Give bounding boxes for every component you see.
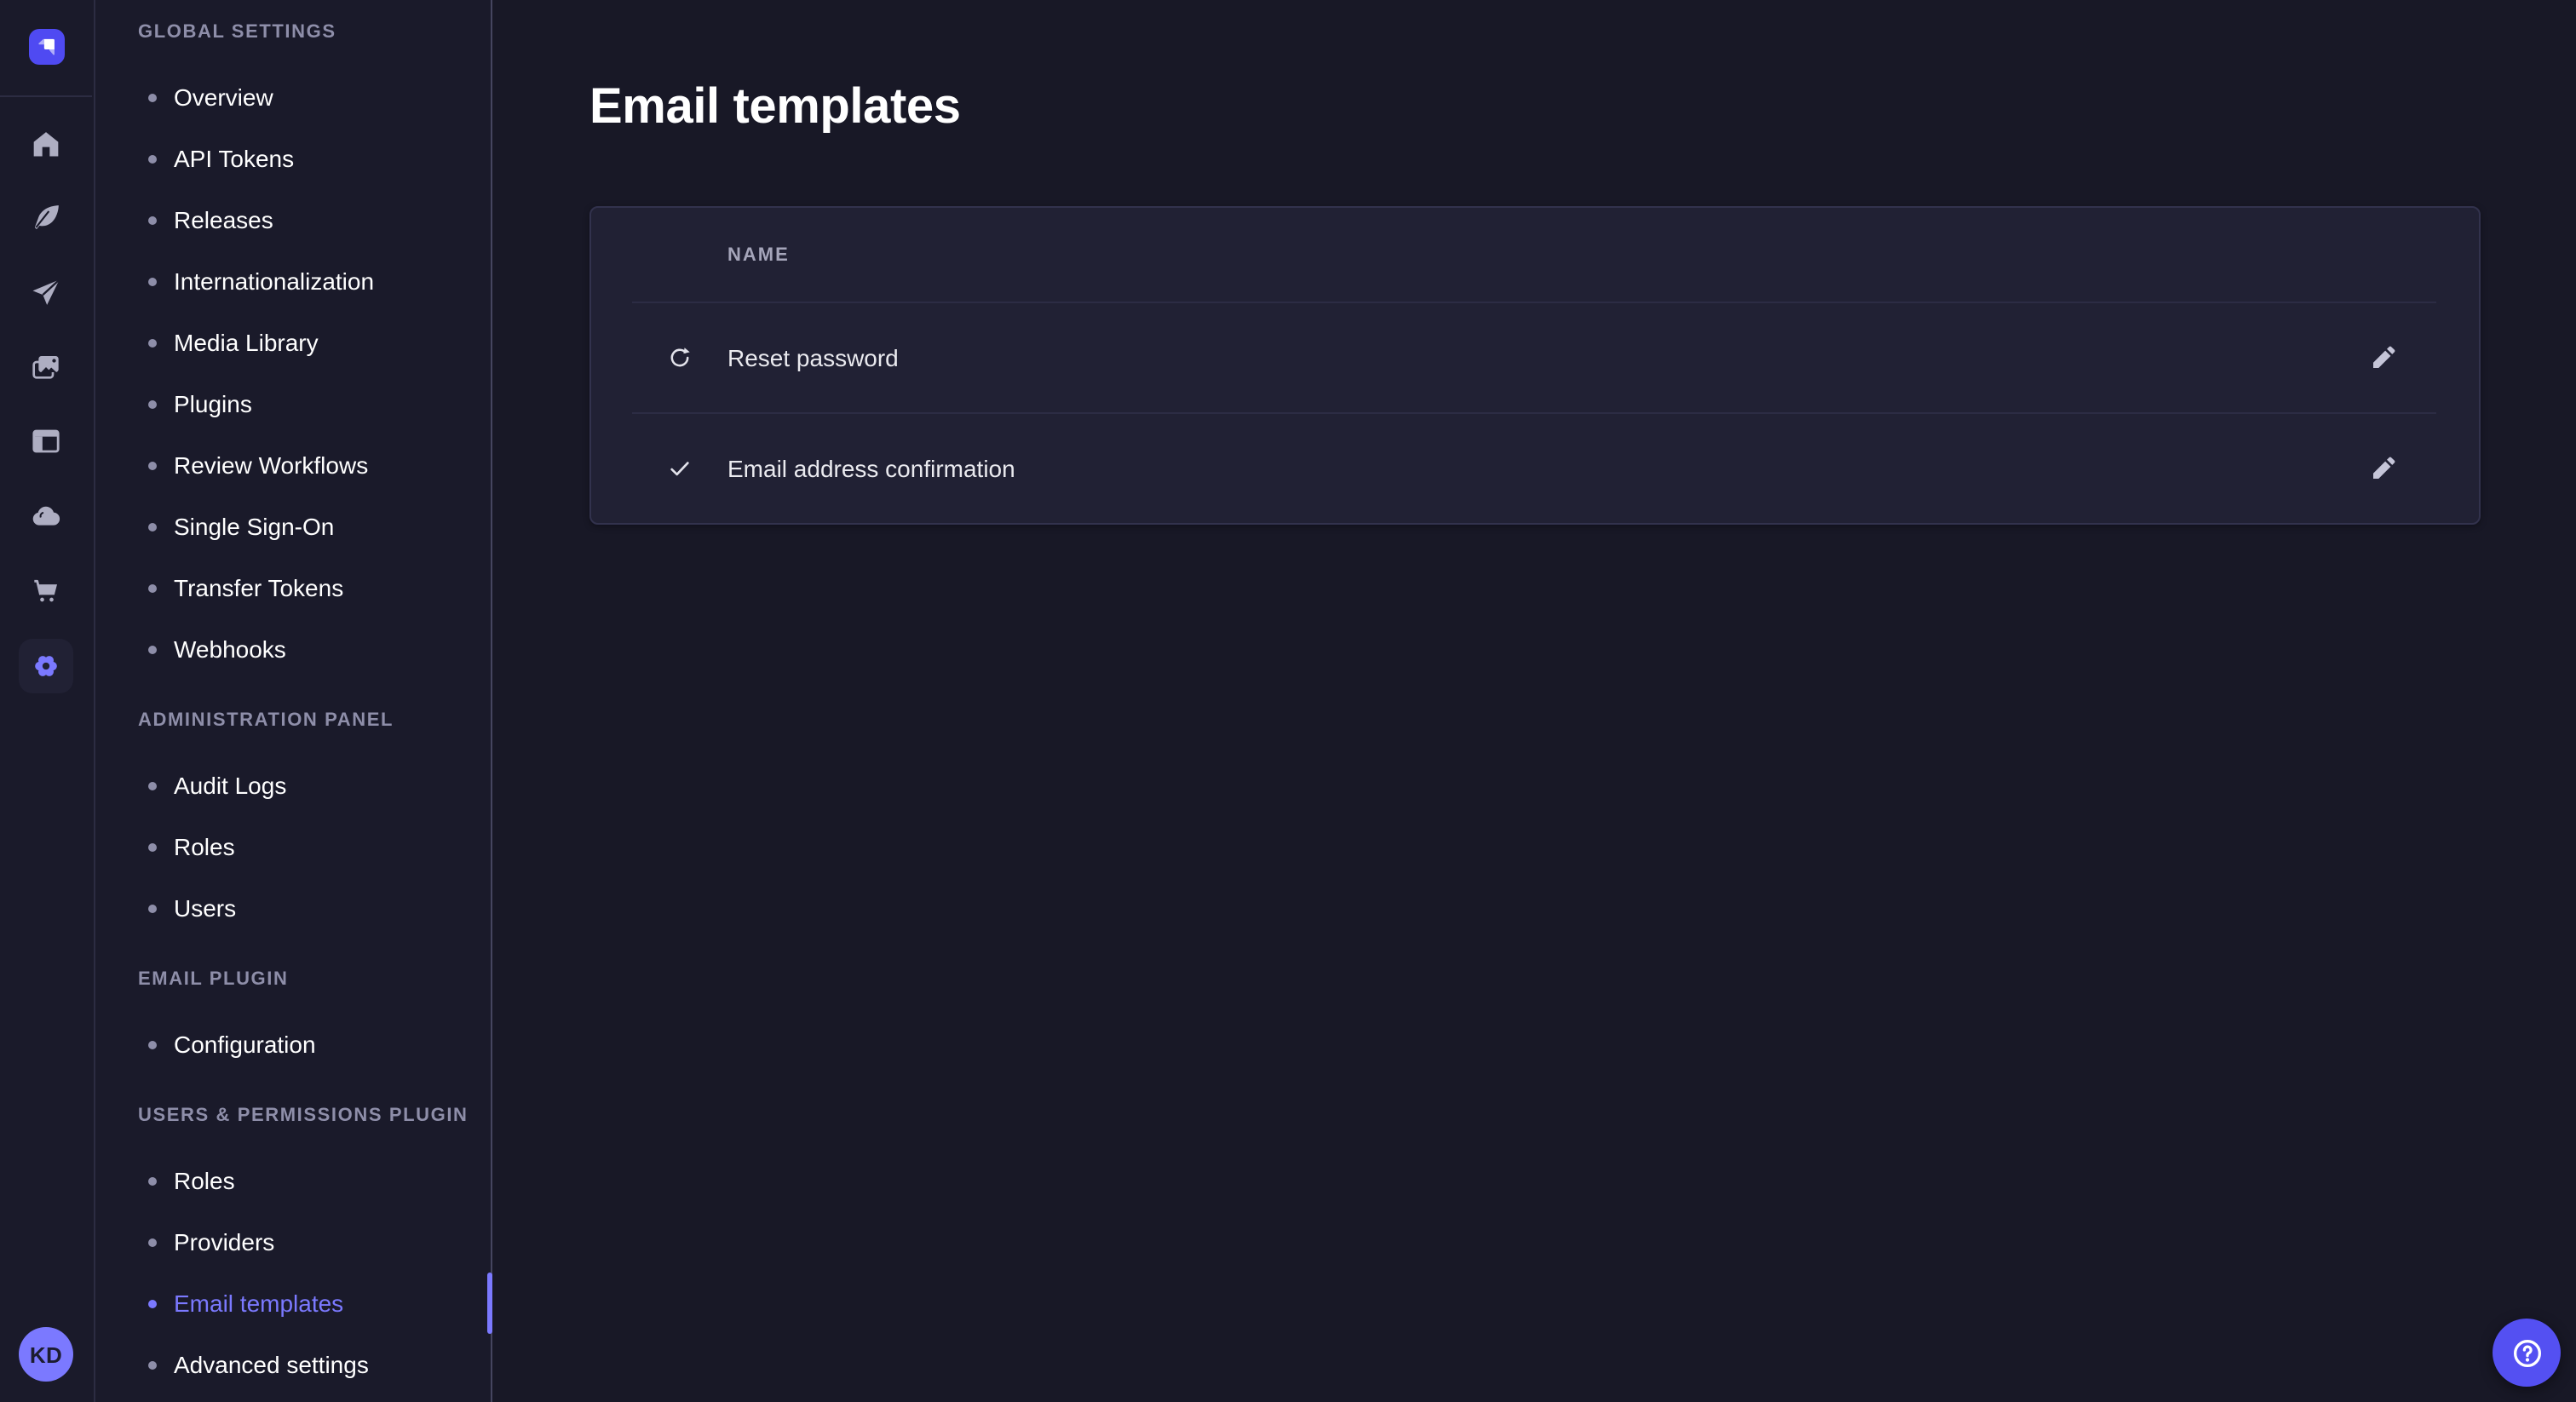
paper-plane-icon: [29, 276, 63, 310]
bullet-icon: [148, 154, 157, 163]
bullet-icon: [148, 522, 157, 531]
table-row-reset-password: Reset password: [591, 302, 2479, 412]
question-mark-icon: [2509, 1335, 2544, 1370]
edit-reset-password-button[interactable]: [2356, 330, 2411, 384]
table-row-email-confirmation: Email address confirmation: [591, 412, 2479, 523]
home-icon: [29, 128, 63, 162]
sidebar-item-label: Single Sign-On: [174, 509, 334, 543]
nav-paper-plane-button[interactable]: [22, 269, 70, 317]
sidebar-item-label: Advanced settings: [174, 1347, 369, 1382]
bullet-icon: [148, 277, 157, 285]
section-title-users-permissions-plugin: USERS & PERMISSIONS PLUGIN: [138, 1099, 450, 1133]
edit-email-confirmation-button[interactable]: [2356, 440, 2411, 495]
column-header-name: NAME: [727, 244, 790, 265]
sidebar-item-up-roles[interactable]: Roles: [95, 1150, 491, 1211]
page-title: Email templates: [589, 75, 961, 140]
strapi-logo-button[interactable]: [29, 29, 65, 65]
sidebar-item-label: Email templates: [174, 1286, 343, 1320]
shopping-cart-icon: [29, 574, 63, 608]
user-avatar[interactable]: KD: [19, 1327, 73, 1382]
pencil-icon: [2370, 454, 2397, 481]
sidebar-item-label: Transfer Tokens: [174, 571, 343, 605]
template-name: Reset password: [727, 340, 2356, 374]
nav-media-library-button[interactable]: [22, 344, 70, 392]
bullet-icon: [148, 1299, 157, 1307]
feather-icon: [29, 201, 63, 235]
sidebar-item-label: Webhooks: [174, 632, 286, 666]
cloud-icon: [29, 499, 63, 533]
sidebar-item-webhooks[interactable]: Webhooks: [95, 618, 491, 680]
bullet-icon: [148, 904, 157, 912]
bullet-icon: [148, 1238, 157, 1246]
sidebar-item-providers[interactable]: Providers: [95, 1211, 491, 1273]
sidebar-item-advanced-settings[interactable]: Advanced settings: [95, 1334, 491, 1395]
sidebar-item-releases[interactable]: Releases: [95, 189, 491, 250]
sidebar-item-label: Review Workflows: [174, 448, 368, 482]
active-item-indicator: [487, 1273, 492, 1334]
bullet-icon: [148, 399, 157, 408]
bullet-icon: [148, 215, 157, 224]
bullet-icon: [148, 461, 157, 469]
sidebar-item-label: Releases: [174, 203, 273, 237]
sidebar-item-audit-logs[interactable]: Audit Logs: [95, 755, 491, 816]
sidebar-item-label: Providers: [174, 1225, 274, 1259]
section-title-administration-panel: ADMINISTRATION PANEL: [138, 704, 450, 738]
sidebar-item-email-configuration[interactable]: Configuration: [95, 1014, 491, 1075]
bullet-icon: [148, 645, 157, 653]
nav-home-button[interactable]: [22, 121, 70, 169]
sidebar-item-label: Internationalization: [174, 264, 374, 298]
sidebar-item-internationalization[interactable]: Internationalization: [95, 250, 491, 312]
strapi-logo-icon: [29, 29, 65, 65]
settings-subnav: GLOBAL SETTINGS Overview API Tokens Rele…: [95, 0, 492, 1402]
bullet-icon: [148, 93, 157, 101]
sidebar-item-admin-users[interactable]: Users: [95, 877, 491, 939]
sidebar-item-api-tokens[interactable]: API Tokens: [95, 128, 491, 189]
sidebar-item-label: Configuration: [174, 1027, 316, 1061]
sidebar-item-review-workflows[interactable]: Review Workflows: [95, 434, 491, 496]
sidebar-item-admin-roles[interactable]: Roles: [95, 816, 491, 877]
sidebar-item-single-sign-on[interactable]: Single Sign-On: [95, 496, 491, 557]
section-title-global-settings: GLOBAL SETTINGS: [138, 15, 450, 49]
sidebar-item-media-library[interactable]: Media Library: [95, 312, 491, 373]
help-button[interactable]: [2493, 1319, 2561, 1387]
section-title-email-plugin: EMAIL PLUGIN: [138, 962, 450, 997]
bullet-icon: [148, 842, 157, 851]
sidebar-item-transfer-tokens[interactable]: Transfer Tokens: [95, 557, 491, 618]
nav-cloud-button[interactable]: [22, 492, 70, 540]
email-templates-table: NAME Reset password: [589, 206, 2481, 525]
bullet-icon: [148, 338, 157, 347]
gear-icon: [29, 649, 63, 683]
app-window: KD GLOBAL SETTINGS Overview API Tokens R…: [0, 0, 2576, 1402]
sidebar-item-label: Overview: [174, 80, 273, 114]
bullet-icon: [148, 1176, 157, 1185]
nav-feather-button[interactable]: [22, 194, 70, 242]
check-icon: [632, 454, 727, 481]
bullet-icon: [148, 583, 157, 592]
template-name: Email address confirmation: [727, 451, 2356, 485]
nav-settings-button[interactable]: [19, 639, 73, 693]
sidebar-item-overview[interactable]: Overview: [95, 66, 491, 128]
sidebar-item-email-templates[interactable]: Email templates: [95, 1273, 491, 1334]
sidebar-item-plugins[interactable]: Plugins: [95, 373, 491, 434]
table-header-row: NAME: [591, 208, 2479, 302]
layout-icon: [29, 424, 63, 458]
sidebar-item-label: Media Library: [174, 325, 319, 359]
bullet-icon: [148, 1360, 157, 1369]
pencil-icon: [2370, 343, 2397, 371]
sidebar-item-label: Users: [174, 891, 236, 925]
bullet-icon: [148, 1040, 157, 1049]
sidebar-item-label: Roles: [174, 1164, 235, 1198]
main-nav-rail: KD: [0, 0, 95, 1402]
sidebar-item-label: API Tokens: [174, 141, 294, 175]
sidebar-item-label: Plugins: [174, 387, 252, 421]
rail-divider: [0, 95, 92, 97]
main-content: Email templates NAME Reset password: [494, 0, 2576, 1402]
sidebar-item-label: Roles: [174, 830, 235, 864]
bullet-icon: [148, 781, 157, 790]
sidebar-item-label: Audit Logs: [174, 768, 286, 802]
images-icon: [29, 351, 63, 385]
refresh-icon: [632, 343, 727, 371]
nav-marketplace-button[interactable]: [22, 567, 70, 615]
nav-layout-button[interactable]: [22, 417, 70, 465]
